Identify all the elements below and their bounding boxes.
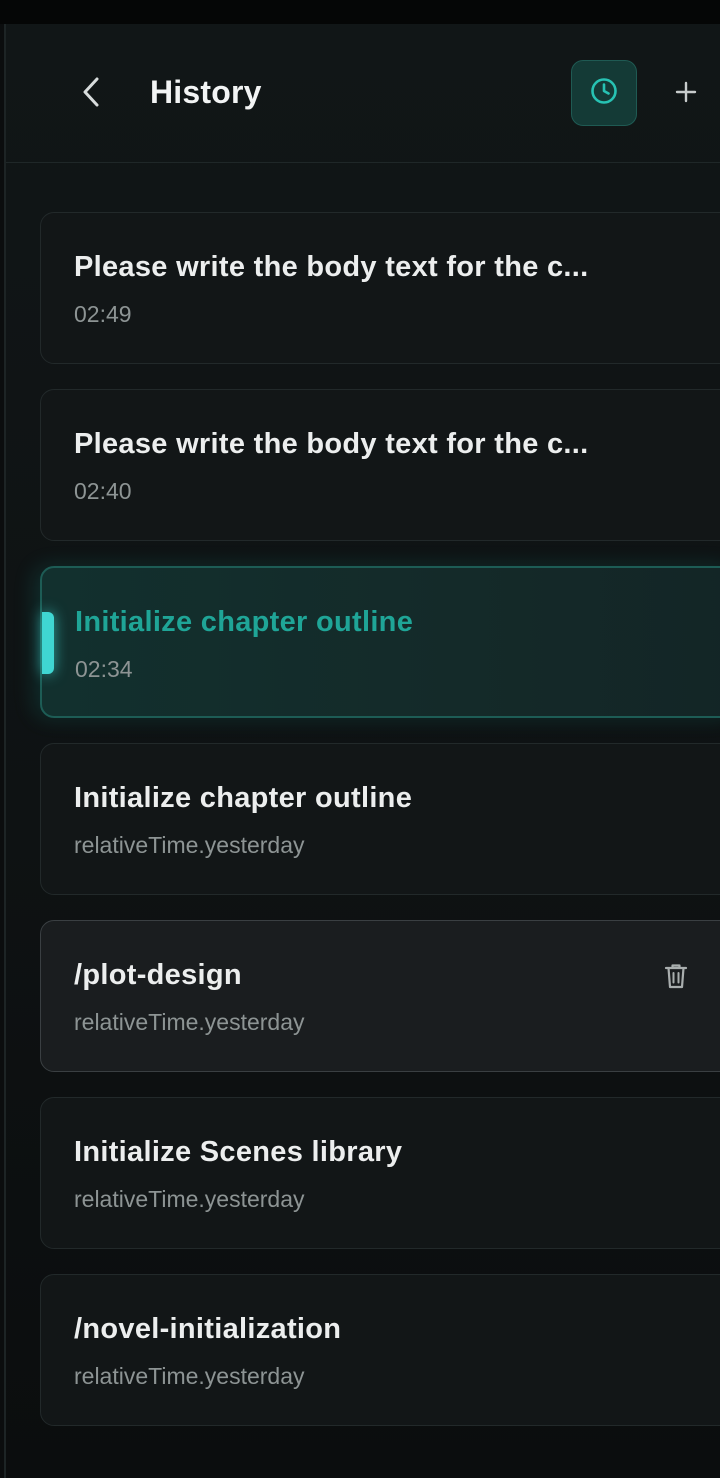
back-button[interactable] (72, 70, 112, 118)
session-title: Please write the body text for the c... (74, 428, 589, 460)
session-title: /novel-initialization (74, 1313, 342, 1345)
session-time: 02:49 (74, 301, 132, 327)
session-card[interactable]: Please write the body text for the c... … (40, 389, 720, 541)
session-card-hovered[interactable]: /plot-design relativeTime.yesterday (40, 920, 720, 1072)
session-time: 02:40 (74, 478, 132, 504)
session-time: relativeTime.yesterday (74, 1009, 305, 1035)
session-title: Initialize chapter outline (75, 606, 414, 638)
plus-icon (674, 80, 698, 109)
session-time: relativeTime.yesterday (74, 1363, 305, 1389)
chevron-left-icon (81, 76, 103, 113)
delete-session-button[interactable] (659, 961, 693, 995)
session-title: Initialize Scenes library (74, 1136, 403, 1168)
session-title: /plot-design (74, 959, 242, 991)
session-title: Please write the body text for the c... (74, 251, 589, 283)
session-card[interactable]: Initialize Scenes library relativeTime.y… (40, 1097, 720, 1249)
session-time: relativeTime.yesterday (74, 832, 305, 858)
session-title: Initialize chapter outline (74, 782, 413, 814)
new-session-button[interactable] (666, 74, 706, 114)
history-panel: History Please write the body text for t… (4, 24, 720, 1478)
session-card[interactable]: Please write the body text for the c... … (40, 212, 720, 364)
trash-icon (663, 962, 689, 995)
active-indicator (42, 612, 54, 674)
session-card[interactable]: Initialize chapter outline relativeTime.… (40, 743, 720, 895)
history-button[interactable] (571, 60, 637, 126)
session-time: 02:34 (75, 656, 133, 682)
session-time: relativeTime.yesterday (74, 1186, 305, 1212)
window-top-strip (0, 0, 720, 24)
page-title: History (150, 74, 262, 110)
clock-icon (589, 76, 619, 111)
session-card[interactable]: /novel-initialization relativeTime.yeste… (40, 1274, 720, 1426)
history-header: History (6, 24, 720, 163)
session-card-active[interactable]: Initialize chapter outline 02:34 (40, 566, 720, 718)
